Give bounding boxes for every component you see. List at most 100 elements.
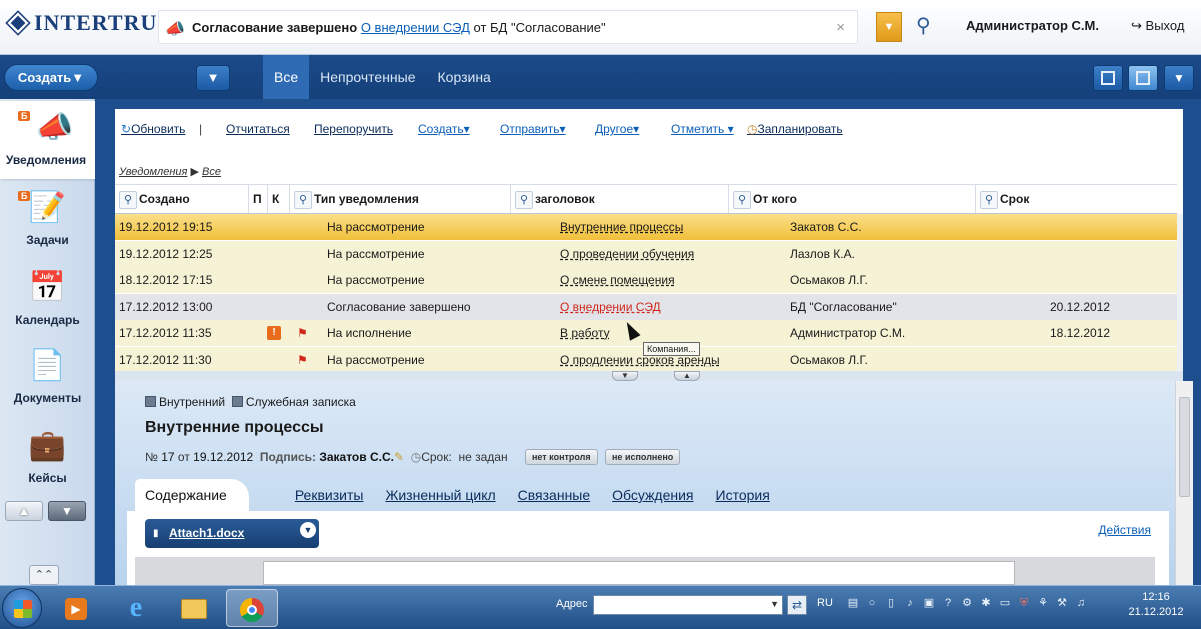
view-dropdown-button[interactable]: ▼ <box>1164 65 1194 91</box>
chrome-icon[interactable] <box>226 589 278 627</box>
search-icon[interactable]: ⚲ <box>119 190 137 209</box>
report-button[interactable]: Отчитаться <box>226 122 290 136</box>
tab-requisites[interactable]: Реквизиты <box>295 479 364 511</box>
speaker-icon[interactable]: ♫ <box>1074 596 1088 610</box>
cell-subject[interactable]: О проведении обучения <box>560 241 694 267</box>
cell-due: 18.12.2012 <box>1050 326 1111 340</box>
sidebar-item-cases[interactable]: 💼 Кейсы <box>0 419 95 497</box>
bluetooth-icon[interactable]: ✱ <box>979 596 993 610</box>
send-menu-button[interactable]: Отправить▾ <box>500 122 566 136</box>
sidebar-item-documents[interactable]: 📄 Документы <box>0 339 95 417</box>
attachment-button[interactable]: ▮ Attach1.docx ▼ <box>145 519 319 548</box>
chevron-down-icon: ▼ <box>621 371 629 380</box>
usb-icon[interactable]: ▯ <box>884 596 898 610</box>
table-row[interactable]: 19.12.2012 19:15 На рассмотрение Внутренни… <box>115 214 1177 240</box>
table-row[interactable]: 18.12.2012 17:15 На рассмотрение О смене п… <box>115 267 1177 293</box>
mark-menu-button[interactable]: Отметить ▾ <box>671 122 734 136</box>
cell-subject[interactable]: В работу <box>560 320 610 346</box>
address-input[interactable]: ▼ <box>593 595 783 615</box>
collapse-sidebar-button[interactable]: ⌃⌃ <box>29 565 59 585</box>
file-explorer-icon[interactable] <box>168 589 220 627</box>
view-split-vertical-button[interactable] <box>1093 65 1123 91</box>
breadcrumb-arrow-icon: ▶ <box>190 166 199 178</box>
column-subject[interactable]: ⚲ заголовок <box>511 185 729 213</box>
scrollbar-thumb[interactable] <box>1179 397 1190 497</box>
media-player-icon[interactable]: ▶ <box>50 589 102 627</box>
column-k[interactable]: К <box>268 185 290 213</box>
start-button[interactable] <box>2 588 42 628</box>
search-icon[interactable]: ⚲ <box>916 13 931 38</box>
settings-icon[interactable]: ⚙ <box>960 596 974 610</box>
control-status-badge[interactable]: нет контроля <box>524 449 598 465</box>
notification-dropdown-button[interactable]: ▼ <box>876 12 902 42</box>
column-from[interactable]: ⚲ От кого <box>729 185 976 213</box>
network-icon[interactable]: ▤ <box>846 596 860 610</box>
tab-unread[interactable]: Непрочтенные <box>309 55 426 99</box>
cell-subject[interactable]: О внедрении СЭД <box>560 294 661 320</box>
tab-related[interactable]: Связанные <box>518 479 591 511</box>
breadcrumb-current[interactable]: Все <box>202 166 221 178</box>
nav-dropdown-button[interactable]: ▼ <box>196 65 230 91</box>
table-row[interactable]: 19.12.2012 12:25 На рассмотрение О проведе… <box>115 240 1177 267</box>
cell-subject[interactable]: Внутренние процессы <box>560 214 683 240</box>
notification-link[interactable]: О внедрении СЭД <box>361 20 470 35</box>
tab-lifecycle[interactable]: Жизненный цикл <box>385 479 495 511</box>
chat-icon[interactable]: ○ <box>865 596 879 610</box>
volume-icon[interactable]: ♪ <box>903 596 917 610</box>
panel-splitter[interactable]: ▼ ▲ <box>115 371 1183 381</box>
table-row[interactable]: 17.12.2012 13:00 Согласование завершено О … <box>115 293 1177 320</box>
tools-icon[interactable]: ⚒ <box>1055 596 1069 610</box>
security-icon[interactable]: ⚘ <box>1036 596 1050 610</box>
breadcrumb-section[interactable]: Уведомления <box>119 166 187 178</box>
search-icon[interactable]: ⚲ <box>980 190 998 209</box>
address-go-button[interactable]: ⇄ <box>787 595 807 615</box>
tab-content[interactable]: Содержание <box>135 479 249 511</box>
current-user[interactable]: Администратор С.М. <box>966 18 1099 33</box>
actions-link[interactable]: Действия <box>1098 523 1151 537</box>
help-icon[interactable]: ? <box>941 596 955 610</box>
search-icon[interactable]: ⚲ <box>294 190 312 209</box>
sidebar-item-tasks[interactable]: Б 📝 Задачи <box>0 181 95 259</box>
tab-discussions[interactable]: Обсуждения <box>612 479 693 511</box>
splitter-down-button[interactable]: ▼ <box>612 371 638 381</box>
tab-trash[interactable]: Корзина <box>427 55 502 99</box>
create-button[interactable]: Создать▼ <box>4 64 98 91</box>
notification-bar[interactable]: 📣 Согласование завершено О внедрении СЭД… <box>158 10 858 44</box>
column-type[interactable]: ⚲ Тип уведомления <box>290 185 511 213</box>
search-icon[interactable]: ⚲ <box>733 190 751 209</box>
flag-icon[interactable]: ⚑ <box>297 347 308 373</box>
detail-scrollbar[interactable] <box>1175 381 1193 585</box>
shield-icon[interactable]: ⛨ <box>1017 596 1031 610</box>
monitor-icon[interactable]: ▭ <box>998 596 1012 610</box>
refresh-button[interactable]: ↻Обновить <box>121 122 185 136</box>
other-menu-button[interactable]: Другое▾ <box>595 122 639 136</box>
column-created[interactable]: ⚲ Создано <box>115 185 249 213</box>
chevron-down-icon[interactable]: ▼ <box>770 599 779 609</box>
scroll-down-button[interactable]: ▼ <box>48 501 86 521</box>
language-indicator[interactable]: RU <box>817 597 833 609</box>
view-split-horizontal-button[interactable] <box>1128 65 1158 91</box>
close-icon[interactable]: × <box>836 19 845 36</box>
grid-scrollbar[interactable] <box>1177 214 1183 371</box>
windows-logo-icon <box>14 600 32 618</box>
schedule-button[interactable]: ◷Запланировать <box>747 122 843 136</box>
scroll-up-button[interactable]: ▲ <box>5 501 43 521</box>
splitter-up-button[interactable]: ▲ <box>674 371 700 381</box>
flag-icon[interactable]: ⚑ <box>297 320 308 346</box>
reassign-button[interactable]: Перепоручить <box>314 122 393 136</box>
create-menu-button[interactable]: Создать▾ <box>418 122 470 136</box>
column-due[interactable]: ⚲ Срок <box>976 185 1177 213</box>
sidebar-item-calendar[interactable]: 📅 Календарь <box>0 261 95 339</box>
internet-explorer-icon[interactable]: e <box>110 589 162 627</box>
cell-subject[interactable]: О смене помещения <box>560 267 675 293</box>
tab-history[interactable]: История <box>716 479 770 511</box>
system-clock[interactable]: 12:16 21.12.2012 <box>1126 590 1186 620</box>
tab-all[interactable]: Все <box>263 55 310 99</box>
search-icon[interactable]: ⚲ <box>515 190 533 209</box>
cell-created: 17.12.2012 11:35 <box>119 326 212 340</box>
execution-status-badge[interactable]: не исполнено <box>605 449 681 465</box>
display-icon[interactable]: ▣ <box>922 596 936 610</box>
column-p[interactable]: П <box>249 185 268 213</box>
exit-button[interactable]: ↪ Выход <box>1131 18 1184 34</box>
chevron-down-icon[interactable]: ▼ <box>300 522 316 538</box>
